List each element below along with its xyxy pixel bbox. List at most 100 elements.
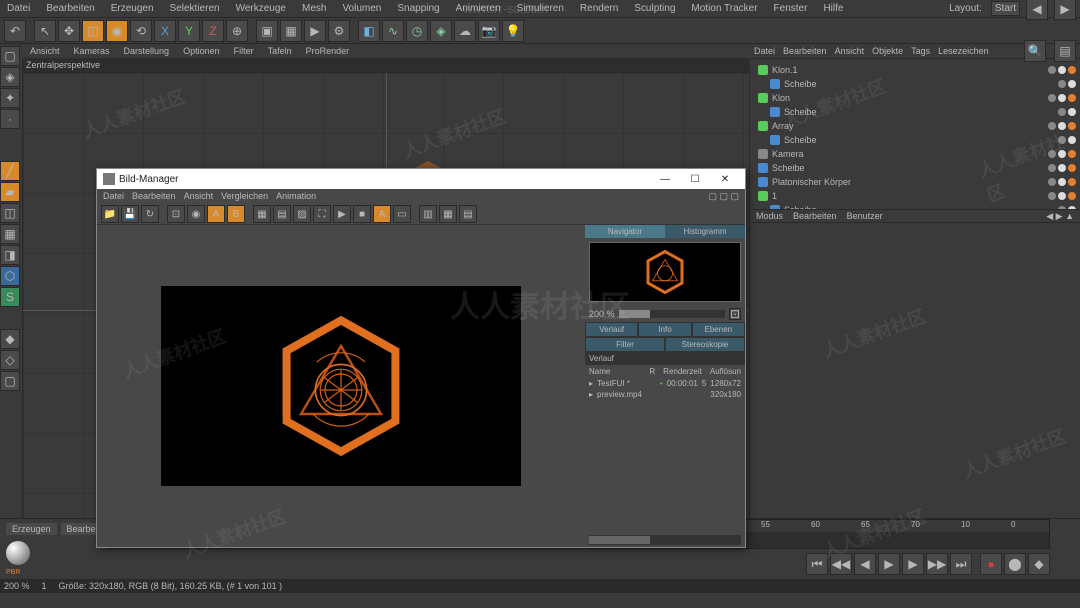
om-menu-lesezeichen[interactable]: Lesezeichen bbox=[938, 46, 989, 56]
render-region-icon[interactable]: ▦ bbox=[280, 20, 302, 42]
horizontal-scrollbar[interactable] bbox=[589, 535, 741, 545]
environment-icon[interactable]: ☁ bbox=[454, 20, 476, 42]
rotate-icon[interactable]: ◉ bbox=[106, 20, 128, 42]
vp-menu-tafeln[interactable]: Tafeln bbox=[264, 46, 296, 56]
material-preview-icon[interactable] bbox=[6, 541, 30, 565]
am-tab-modus[interactable]: Modus bbox=[756, 211, 783, 221]
vp-menu-filter[interactable]: Filter bbox=[230, 46, 258, 56]
menu-rendern[interactable]: Rendern bbox=[577, 2, 621, 15]
spline-icon[interactable]: ∿ bbox=[382, 20, 404, 42]
render-pv-icon[interactable]: ▶ bbox=[304, 20, 326, 42]
object-toggles[interactable] bbox=[1048, 192, 1076, 200]
minimize-icon[interactable]: — bbox=[651, 170, 679, 188]
model-mode-icon[interactable]: ▢ bbox=[0, 46, 20, 66]
dlg-menu-bearbeiten[interactable]: Bearbeiten bbox=[132, 191, 176, 201]
layout-selector[interactable]: Start bbox=[991, 1, 1020, 16]
menu-datei[interactable]: Datei bbox=[4, 2, 33, 15]
tool-a-icon[interactable]: ◆ bbox=[0, 329, 20, 349]
workplane-icon[interactable]: ◨ bbox=[0, 245, 20, 265]
dlg-menu-animation[interactable]: Animation bbox=[276, 191, 316, 201]
prev-frame-icon[interactable]: ◀ bbox=[854, 553, 876, 575]
tool-c-icon[interactable]: ▢ bbox=[0, 371, 20, 391]
object-toggles[interactable] bbox=[1058, 108, 1076, 116]
dlg-open-icon[interactable]: 📁 bbox=[101, 205, 119, 223]
tool-b-icon[interactable]: ◇ bbox=[0, 350, 20, 370]
dlg-zoom-fit-icon[interactable]: ⊡ bbox=[167, 205, 185, 223]
menu-hilfe[interactable]: Hilfe bbox=[820, 2, 846, 15]
goto-start-icon[interactable]: ⏮ bbox=[806, 553, 828, 575]
play-icon[interactable]: ▶ bbox=[878, 553, 900, 575]
vp-menu-ansicht[interactable]: Ansicht bbox=[26, 46, 64, 56]
dlg-stop-icon[interactable]: ■ bbox=[353, 205, 371, 223]
cube-primitive-icon[interactable]: ◧ bbox=[358, 20, 380, 42]
dlg-layers-icon[interactable]: ▤ bbox=[459, 205, 477, 223]
dlg-channel-icon[interactable]: ▦ bbox=[253, 205, 271, 223]
vp-menu-prorender[interactable]: ProRender bbox=[302, 46, 354, 56]
dlg-nav-icon[interactable]: ▦ bbox=[439, 205, 457, 223]
hierarchy-row[interactable]: Klon bbox=[754, 91, 1076, 105]
hierarchy-row[interactable]: 1 bbox=[754, 189, 1076, 203]
dlg-filter-icon[interactable]: ▤ bbox=[273, 205, 291, 223]
maximize-icon[interactable]: ☐ bbox=[681, 170, 709, 188]
recent-tool-icon[interactable]: ⟲ bbox=[130, 20, 152, 42]
object-toggles[interactable] bbox=[1048, 66, 1076, 74]
goto-end-icon[interactable]: ⏭ bbox=[950, 553, 972, 575]
navigator-thumbnail[interactable] bbox=[589, 242, 741, 302]
object-toggles[interactable] bbox=[1048, 178, 1076, 186]
dlg-zoom-100-icon[interactable]: ◉ bbox=[187, 205, 205, 223]
dlg-save-icon[interactable]: 💾 bbox=[121, 205, 139, 223]
subtab-verlauf[interactable]: Verlauf bbox=[585, 322, 638, 337]
menu-snapping[interactable]: Snapping bbox=[394, 2, 442, 15]
subtab-stereo[interactable]: Stereoskopie bbox=[665, 337, 745, 352]
hierarchy-row[interactable]: Scheibe bbox=[754, 161, 1076, 175]
am-tab-benutzer[interactable]: Benutzer bbox=[847, 211, 883, 221]
object-toggles[interactable] bbox=[1048, 164, 1076, 172]
vp-menu-kameras[interactable]: Kameras bbox=[70, 46, 114, 56]
zoom-slider[interactable] bbox=[619, 310, 725, 318]
menu-werkzeuge[interactable]: Werkzeuge bbox=[233, 2, 289, 15]
menu-sculpting[interactable]: Sculpting bbox=[631, 2, 678, 15]
dlg-play-icon[interactable]: ▶ bbox=[333, 205, 351, 223]
menu-volumen[interactable]: Volumen bbox=[339, 2, 384, 15]
tab-navigator[interactable]: Navigator bbox=[585, 225, 665, 238]
texture-mode-icon[interactable]: ▦ bbox=[0, 224, 20, 244]
coord-sys-icon[interactable]: ⊕ bbox=[226, 20, 248, 42]
vp-menu-darstellung[interactable]: Darstellung bbox=[120, 46, 174, 56]
point-mode-icon[interactable]: · bbox=[0, 109, 20, 129]
scale-icon[interactable]: ◫ bbox=[82, 20, 104, 42]
autokey-icon[interactable]: ⬤ bbox=[1004, 553, 1026, 575]
om-menu-ansicht[interactable]: Ansicht bbox=[835, 46, 865, 56]
dlg-hist-icon[interactable]: ▥ bbox=[419, 205, 437, 223]
hierarchy-row[interactable]: Scheibe bbox=[754, 105, 1076, 119]
layout-next-icon[interactable]: ▶ bbox=[1054, 0, 1076, 20]
snap-icon[interactable]: ⬡ bbox=[0, 266, 20, 286]
light-icon[interactable]: 💡 bbox=[502, 20, 524, 42]
axis-z-icon[interactable]: Z bbox=[202, 20, 224, 42]
object-mode-icon[interactable]: ◈ bbox=[0, 67, 20, 87]
object-toggles[interactable] bbox=[1058, 80, 1076, 88]
render-icon[interactable]: ▣ bbox=[256, 20, 278, 42]
dlg-menu-ansicht[interactable]: Ansicht bbox=[184, 191, 214, 201]
subtab-ebenen[interactable]: Ebenen bbox=[692, 322, 745, 337]
history-row[interactable]: ▸preview.mp4320x180 bbox=[585, 389, 745, 400]
next-key-icon[interactable]: ▶▶ bbox=[926, 553, 948, 575]
hierarchy-row[interactable]: Platonischer Körper bbox=[754, 175, 1076, 189]
render-viewport[interactable] bbox=[97, 225, 585, 547]
history-list[interactable]: ▸TestFUI *•00:00:0151280x72▸preview.mp43… bbox=[585, 378, 745, 400]
menu-mesh[interactable]: Mesh bbox=[299, 2, 329, 15]
menu-bearbeiten[interactable]: Bearbeiten bbox=[43, 2, 97, 15]
hierarchy-row[interactable]: Klon.1 bbox=[754, 63, 1076, 77]
object-toggles[interactable] bbox=[1058, 136, 1076, 144]
dlg-anim-b-icon[interactable]: ▭ bbox=[393, 205, 411, 223]
hierarchy-row[interactable]: Array bbox=[754, 119, 1076, 133]
tab-histogramm[interactable]: Histogramm bbox=[665, 225, 745, 238]
dlg-ab-a-icon[interactable]: A bbox=[207, 205, 225, 223]
hierarchy-row[interactable]: Kamera bbox=[754, 147, 1076, 161]
history-row[interactable]: ▸TestFUI *•00:00:0151280x72 bbox=[585, 378, 745, 389]
hierarchy-row[interactable]: Scheibe bbox=[754, 77, 1076, 91]
dlg-fullscreen-icon[interactable]: ⛶ bbox=[313, 205, 331, 223]
undo-icon[interactable]: ↶ bbox=[4, 20, 26, 42]
dlg-ab-b-icon[interactable]: B bbox=[227, 205, 245, 223]
om-menu-datei[interactable]: Datei bbox=[754, 46, 775, 56]
polygon-mode-icon[interactable]: ▰ bbox=[0, 182, 20, 202]
